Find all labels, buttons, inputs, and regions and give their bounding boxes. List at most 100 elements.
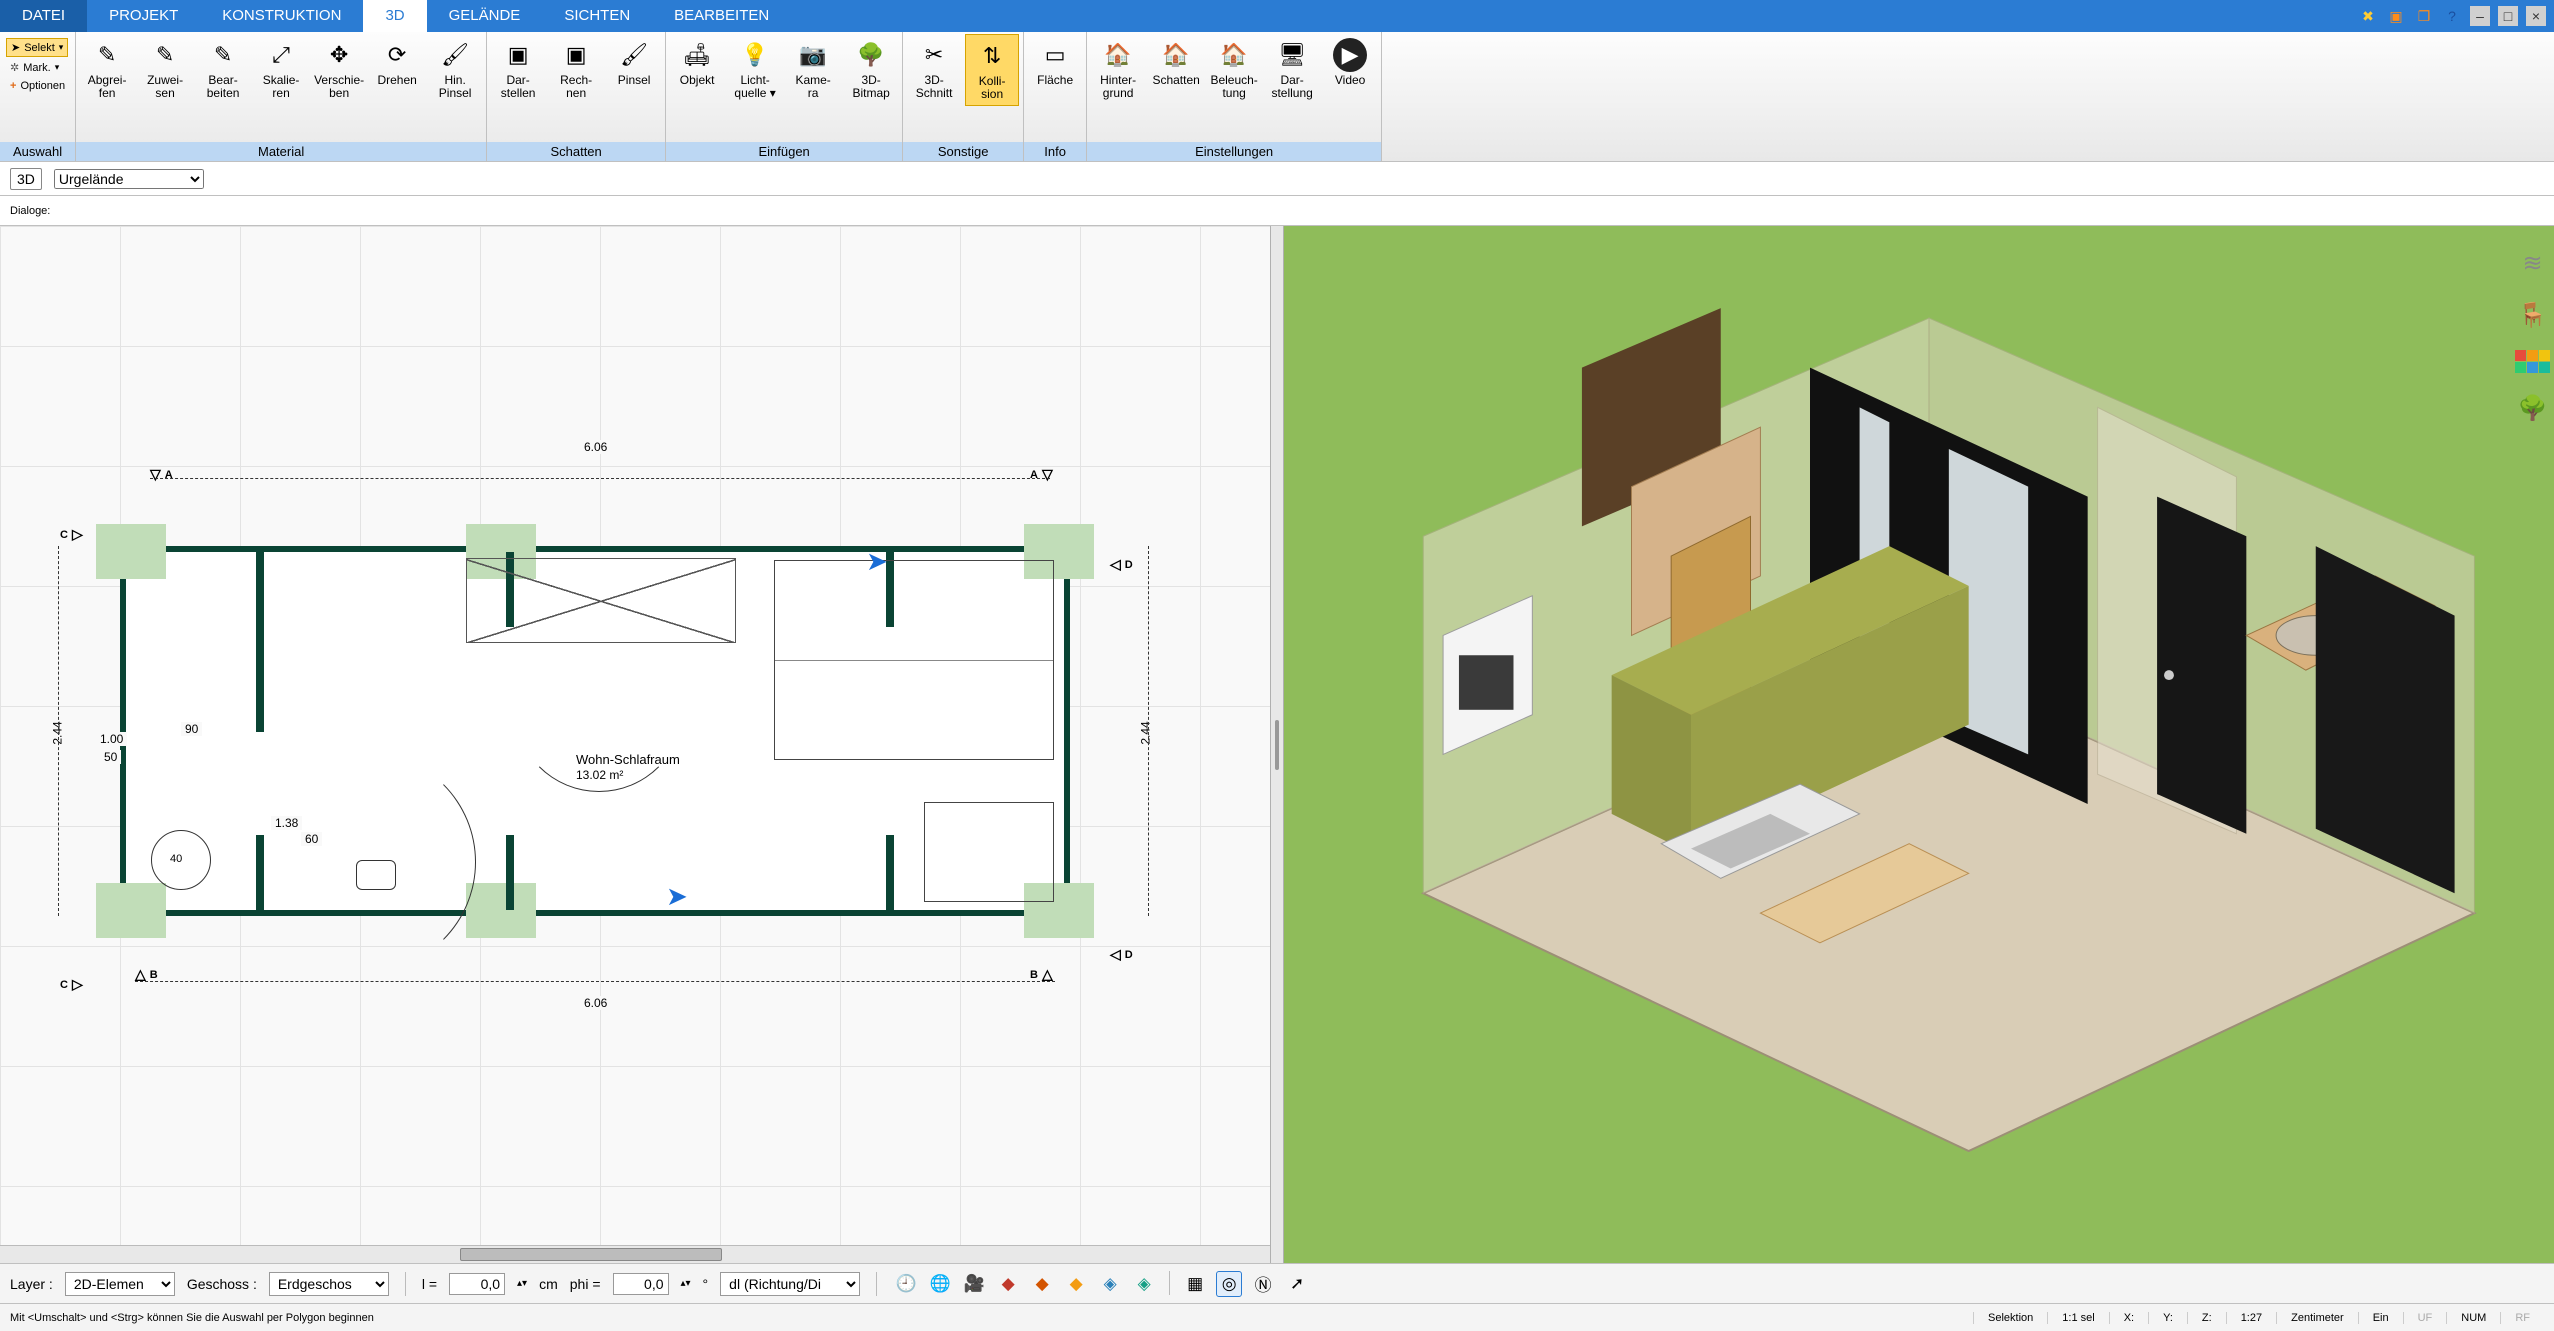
dim-90: 90 (181, 722, 202, 736)
splitter[interactable] (1270, 226, 1284, 1263)
arrow-icon[interactable]: ➚ (1284, 1271, 1310, 1297)
cube2-icon[interactable]: ◆ (1029, 1271, 1055, 1297)
grid-icon[interactable]: ▦ (1182, 1271, 1208, 1297)
box-icon[interactable]: ▣ (2386, 6, 2406, 26)
ribbon-abgreifen[interactable]: ✎Abgrei- fen (80, 34, 134, 104)
layer-dropdown[interactable]: 2D-Elemen (65, 1272, 175, 1296)
dialoge-bar: Dialoge: (0, 196, 2554, 226)
panel-einfuegen: 🛋Objekt💡Licht- quelle ▾📷Kame- ra🌳3D- Bit… (666, 32, 903, 161)
status-hint: Mit <Umschalt> und <Strg> können Sie die… (10, 1312, 374, 1324)
title-icons: ✖ ▣ ❐ ? – □ × (2358, 0, 2554, 32)
help-icon[interactable]: ? (2442, 6, 2462, 26)
status-selektion: Selektion (1973, 1312, 2047, 1324)
bearbeiten-icon: ✎ (206, 38, 240, 72)
ribbon-hinpinsel[interactable]: 🖌Hin. Pinsel (428, 34, 482, 104)
globe-icon[interactable]: 🌐 (927, 1271, 953, 1297)
palette-icon[interactable] (2515, 350, 2550, 373)
panel-material-label: Material (76, 142, 486, 161)
ribbon-darstellen[interactable]: ▣Dar- stellen (491, 34, 545, 104)
l-label: l = (422, 1276, 437, 1292)
tab-3d[interactable]: 3D (363, 0, 426, 32)
ribbon-skalieren[interactable]: ⤢Skalie- ren (254, 34, 308, 104)
ribbon-bearbeiten[interactable]: ✎Bear- beiten (196, 34, 250, 104)
status-y: Y: (2148, 1312, 2187, 1324)
camera-icon[interactable]: 🎥 (961, 1271, 987, 1297)
ribbon-verschieben[interactable]: ✥Verschie- ben (312, 34, 366, 104)
dim-a-line (150, 478, 1050, 479)
scrollbar-horizontal[interactable] (0, 1245, 1270, 1263)
schnitt3d-label: 3D- Schnitt (916, 74, 953, 100)
tab-bearbeiten[interactable]: BEARBEITEN (652, 0, 791, 32)
darstellung-icon: 🖥 (1275, 38, 1309, 72)
geschoss-dropdown[interactable]: Erdgeschos (269, 1272, 389, 1296)
dialoge-label: Dialoge: (10, 205, 50, 217)
furniture-icon[interactable]: 🪑 (2516, 298, 2550, 332)
ribbon-video[interactable]: ▶Video (1323, 34, 1377, 91)
tab-sichten[interactable]: SICHTEN (542, 0, 652, 32)
tab-datei[interactable]: DATEI (0, 0, 87, 32)
ribbon-bitmap3d[interactable]: 🌳3D- Bitmap (844, 34, 898, 104)
objekt-label: Objekt (680, 74, 715, 87)
ribbon-beleuchtung[interactable]: 🏠Beleuch- tung (1207, 34, 1261, 104)
clock-icon[interactable]: 🕘 (893, 1271, 919, 1297)
wc-fixture (151, 830, 211, 890)
restore-icon[interactable]: □ (2498, 6, 2518, 26)
target-icon[interactable]: ◎ (1216, 1271, 1242, 1297)
tab-projekt[interactable]: PROJEKT (87, 0, 200, 32)
dl-dropdown[interactable]: dl (Richtung/Di (720, 1272, 860, 1296)
schatten2-icon: 🏠 (1159, 38, 1193, 72)
l-unit: cm (539, 1276, 558, 1292)
window-icon[interactable]: ❐ (2414, 6, 2434, 26)
cube1-icon[interactable]: ◆ (995, 1271, 1021, 1297)
terrain-dropdown[interactable]: Urgelände (54, 169, 204, 189)
l-input[interactable] (449, 1273, 505, 1295)
skalieren-label: Skalie- ren (263, 74, 300, 100)
dim-b-line (135, 981, 1055, 982)
lichtquelle-icon: 💡 (738, 38, 772, 72)
ribbon-objekt[interactable]: 🛋Objekt (670, 34, 724, 91)
panel-schatten: ▣Dar- stellen▣Rech- nen🖌Pinsel Schatten (487, 32, 666, 161)
ribbon-schatten2[interactable]: 🏠Schatten (1149, 34, 1203, 91)
mark-button[interactable]: ✲Mark.▾ (6, 59, 63, 76)
status-rf: RF (2500, 1312, 2544, 1324)
optionen-button[interactable]: +Optionen (6, 78, 69, 94)
ribbon-drehen[interactable]: ⟳Drehen (370, 34, 424, 91)
ribbon-kamera[interactable]: 📷Kame- ra (786, 34, 840, 104)
layer2-icon[interactable]: ◈ (1131, 1271, 1157, 1297)
ribbon-flaeche[interactable]: ▭Fläche (1028, 34, 1082, 91)
phi-input[interactable] (613, 1273, 669, 1295)
tab-konstruktion[interactable]: KONSTRUKTION (200, 0, 363, 32)
skalieren-icon: ⤢ (264, 38, 298, 72)
floorplan: Wohn-Schlafraum 13.02 m² ➤ ➤ 1.00 50 90 … (120, 546, 1070, 916)
ribbon-lichtquelle[interactable]: 💡Licht- quelle ▾ (728, 34, 782, 104)
cube3-icon[interactable]: ◆ (1063, 1271, 1089, 1297)
room-name: Wohn-Schlafraum (576, 752, 680, 767)
selekt-button[interactable]: ➤Selekt▾ (6, 38, 68, 57)
tools-icon[interactable]: ✖ (2358, 6, 2378, 26)
layer1-icon[interactable]: ◈ (1097, 1271, 1123, 1297)
tree-icon[interactable]: 🌳 (2516, 391, 2550, 425)
ribbon-rechnen[interactable]: ▣Rech- nen (549, 34, 603, 104)
hintergrund-label: Hinter- grund (1100, 74, 1136, 100)
dim-width-bot: 6.06 (580, 996, 611, 1010)
ribbon-schnitt3d[interactable]: ✂3D- Schnitt (907, 34, 961, 104)
tab-gelaende[interactable]: GELÄNDE (427, 0, 543, 32)
layers-icon[interactable]: ≋ (2516, 246, 2550, 280)
ribbon-zuweisen[interactable]: ✎Zuwei- sen (138, 34, 192, 104)
ribbon-darstellung[interactable]: 🖥Dar- stellung (1265, 34, 1319, 104)
north-icon[interactable]: Ⓝ (1250, 1271, 1276, 1297)
ribbon-pinsel[interactable]: 🖌Pinsel (607, 34, 661, 91)
bearbeiten-label: Bear- beiten (207, 74, 240, 100)
geschoss-label: Geschoss : (187, 1276, 257, 1292)
ribbon-hintergrund[interactable]: 🏠Hinter- grund (1091, 34, 1145, 104)
layer-label: Layer : (10, 1276, 53, 1292)
pane-3d[interactable] (1284, 226, 2554, 1263)
darstellung-label: Dar- stellung (1271, 74, 1312, 100)
flaeche-icon: ▭ (1038, 38, 1072, 72)
ribbon-kollision[interactable]: ⇅Kolli- sion (965, 34, 1019, 106)
pane-2d[interactable]: ▽A A▽ C▷ ◁D C▷ ◁D △B B△ 6.06 6.06 2.44 2… (0, 226, 1270, 1263)
minimize-icon[interactable]: – (2470, 6, 2490, 26)
kamera-label: Kame- ra (795, 74, 830, 100)
zuweisen-label: Zuwei- sen (147, 74, 183, 100)
close-icon[interactable]: × (2526, 6, 2546, 26)
